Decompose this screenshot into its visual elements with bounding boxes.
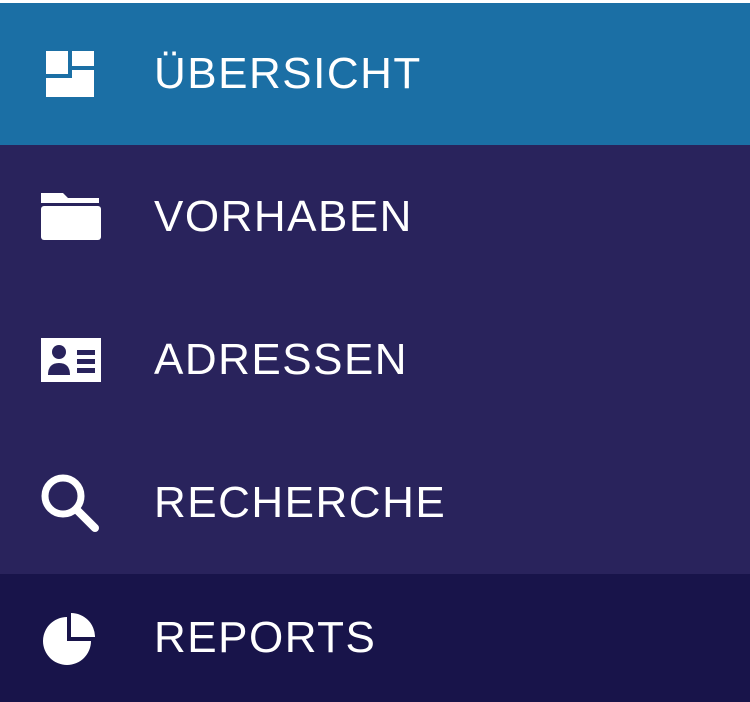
nav-item-adressen[interactable]: ADRESSEN xyxy=(0,288,750,431)
dashboard-icon xyxy=(39,43,101,105)
pie-chart-icon xyxy=(39,607,101,669)
folder-icon xyxy=(39,186,101,248)
nav-item-vorhaben[interactable]: VORHABEN xyxy=(0,145,750,288)
nav-item-label: RECHERCHE xyxy=(154,477,447,527)
nav-item-recherche[interactable]: RECHERCHE xyxy=(0,431,750,574)
sidebar-nav: ÜBERSICHT VORHABEN ADRESSEN RECHERCHE RE… xyxy=(0,3,750,702)
nav-item-label: REPORTS xyxy=(154,613,377,662)
nav-item-uebersicht[interactable]: ÜBERSICHT xyxy=(0,3,750,145)
nav-item-reports[interactable]: REPORTS xyxy=(0,574,750,702)
nav-item-label: ADRESSEN xyxy=(154,334,409,384)
nav-item-label: VORHABEN xyxy=(154,191,413,241)
nav-item-label: ÜBERSICHT xyxy=(154,49,422,98)
contact-card-icon xyxy=(39,329,101,391)
search-icon xyxy=(39,472,101,534)
